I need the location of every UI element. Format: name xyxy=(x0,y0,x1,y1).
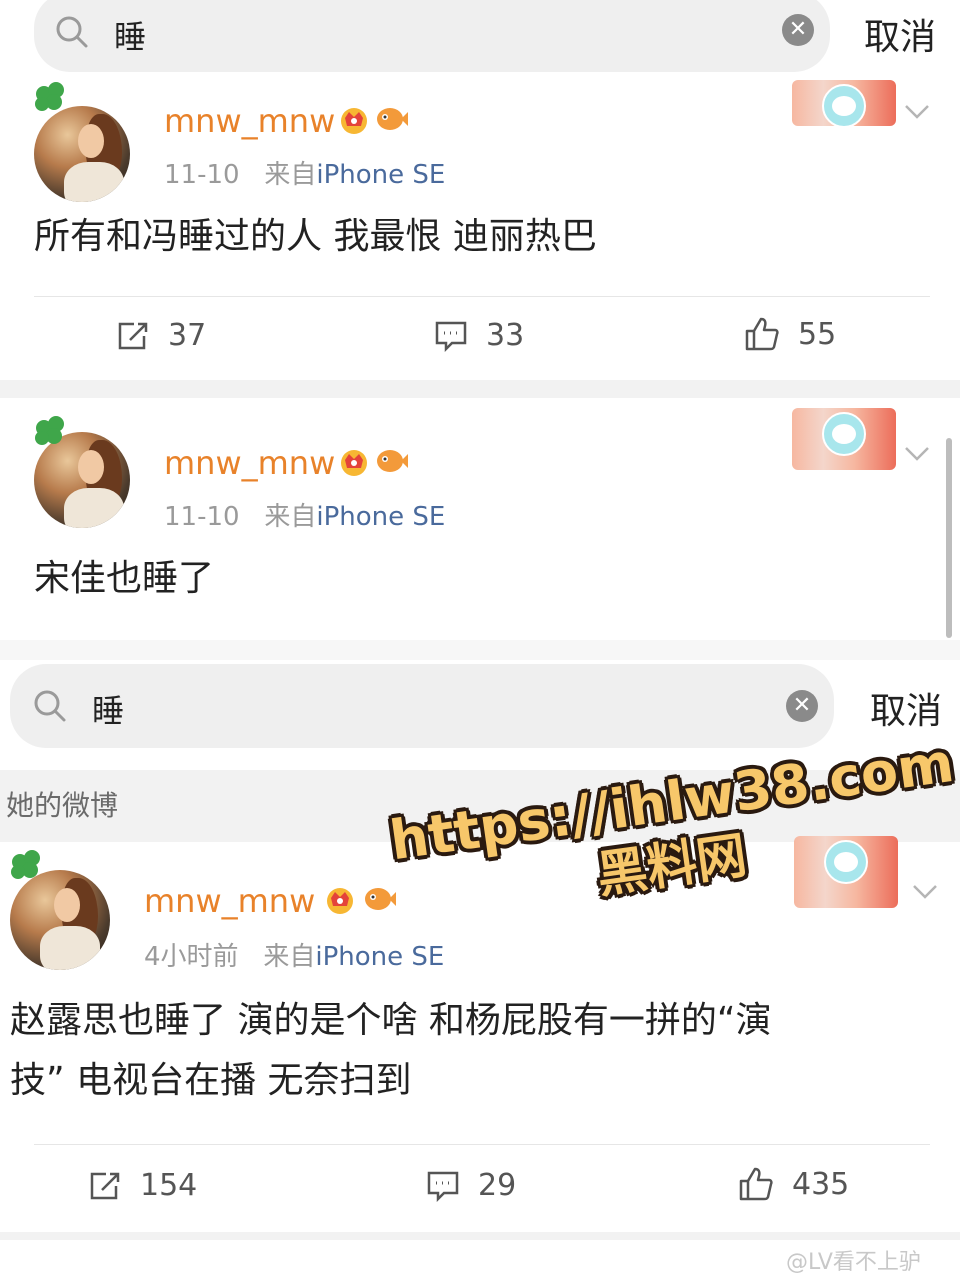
comment-icon xyxy=(435,321,467,352)
crown-badge-icon xyxy=(327,888,353,914)
post-card[interactable]: mnw_mnw 11-10 来自iPhone SE 所有和冯睡过的人 我最恨 迪… xyxy=(0,80,960,380)
card-separator xyxy=(0,640,960,660)
search-bar-top: 睡 ✕ 取消 xyxy=(0,0,960,80)
card-decoration xyxy=(792,80,896,126)
fish-badge-icon xyxy=(365,888,396,910)
like-count: 435 xyxy=(792,1166,850,1202)
cancel-button-mid[interactable]: 取消 xyxy=(870,682,942,734)
post-meta: 11-10 来自iPhone SE xyxy=(164,154,445,191)
repost-count: 37 xyxy=(168,318,207,353)
post-device: iPhone SE xyxy=(316,502,446,532)
post-device: iPhone SE xyxy=(316,160,446,190)
username[interactable]: mnw_mnw xyxy=(164,102,335,140)
search-input-mid[interactable]: 睡 ✕ xyxy=(10,664,834,748)
search-icon xyxy=(34,690,66,722)
comment-count: 29 xyxy=(478,1168,517,1203)
search-icon xyxy=(56,16,88,48)
card-decoration xyxy=(794,836,898,908)
post-date: 11-10 xyxy=(164,502,240,532)
post-text-line2: 技” 电视台在播 无奈扫到 xyxy=(10,1060,412,1101)
username[interactable]: mnw_mnw xyxy=(164,444,335,482)
like-icon xyxy=(745,317,779,351)
post-date: 4小时前 xyxy=(144,942,239,972)
chevron-down-icon[interactable] xyxy=(904,104,930,120)
card-decoration xyxy=(792,408,896,470)
search-query-text: 睡 xyxy=(114,18,147,56)
repost-button[interactable]: 37 xyxy=(116,318,206,353)
clear-icon[interactable]: ✕ xyxy=(782,14,814,46)
fish-badge-icon xyxy=(377,450,408,472)
repost-icon xyxy=(90,1172,120,1199)
post-source-prefix: 来自 xyxy=(263,942,316,972)
search-query-text: 睡 xyxy=(92,692,125,730)
divider xyxy=(34,1144,930,1145)
credit-text: @LV看不上驴 xyxy=(786,1250,921,1275)
scrollbar[interactable] xyxy=(946,438,952,638)
post-source-prefix: 来自 xyxy=(264,502,317,532)
clover-icon xyxy=(35,416,64,445)
repost-icon xyxy=(118,322,148,349)
card-separator xyxy=(0,380,960,398)
post-meta: 4小时前 来自iPhone SE xyxy=(144,936,444,973)
search-input-top[interactable]: 睡 ✕ xyxy=(34,0,830,72)
clear-icon[interactable]: ✕ xyxy=(786,690,818,722)
post-card[interactable]: mnw_mnw 4小时前 来自iPhone SE 赵露思也睡了 演的是个啥 和杨… xyxy=(0,836,960,1232)
avatar[interactable] xyxy=(34,106,130,202)
chevron-down-icon[interactable] xyxy=(912,884,938,900)
crown-badge-icon xyxy=(341,108,367,134)
post-meta: 11-10 来自iPhone SE xyxy=(164,496,445,533)
post-device: iPhone SE xyxy=(315,942,445,972)
chevron-down-icon[interactable] xyxy=(904,446,930,462)
clover-icon xyxy=(11,850,40,879)
comment-button[interactable]: 29 xyxy=(426,1168,516,1203)
cancel-button-top[interactable]: 取消 xyxy=(864,8,936,60)
search-bar-mid: 睡 ✕ 取消 xyxy=(0,660,960,760)
card-separator xyxy=(0,1232,960,1240)
fish-badge-icon xyxy=(377,108,408,130)
comment-count: 33 xyxy=(486,318,525,353)
post-source-prefix: 来自 xyxy=(264,160,317,190)
repost-count: 154 xyxy=(140,1168,198,1203)
repost-button[interactable]: 154 xyxy=(88,1168,197,1203)
comment-button[interactable]: 33 xyxy=(434,318,524,353)
post-date: 11-10 xyxy=(164,160,240,190)
like-button[interactable]: 55 xyxy=(744,316,836,352)
divider xyxy=(34,296,930,297)
like-button[interactable]: 435 xyxy=(738,1166,849,1202)
like-icon xyxy=(739,1167,773,1201)
post-text-line1: 赵露思也睡了 演的是个啥 和杨屁股有一拼的“演 xyxy=(10,1000,772,1041)
post-text: 所有和冯睡过的人 我最恨 迪丽热巴 xyxy=(34,216,597,257)
post-card[interactable]: mnw_mnw 11-10 来自iPhone SE 宋佳也睡了 xyxy=(0,398,960,640)
username[interactable]: mnw_mnw xyxy=(144,882,315,920)
clover-icon xyxy=(35,82,64,111)
like-count: 55 xyxy=(798,316,837,352)
post-text: 宋佳也睡了 xyxy=(34,558,215,599)
crown-badge-icon xyxy=(341,450,367,476)
comment-icon xyxy=(427,1171,459,1202)
